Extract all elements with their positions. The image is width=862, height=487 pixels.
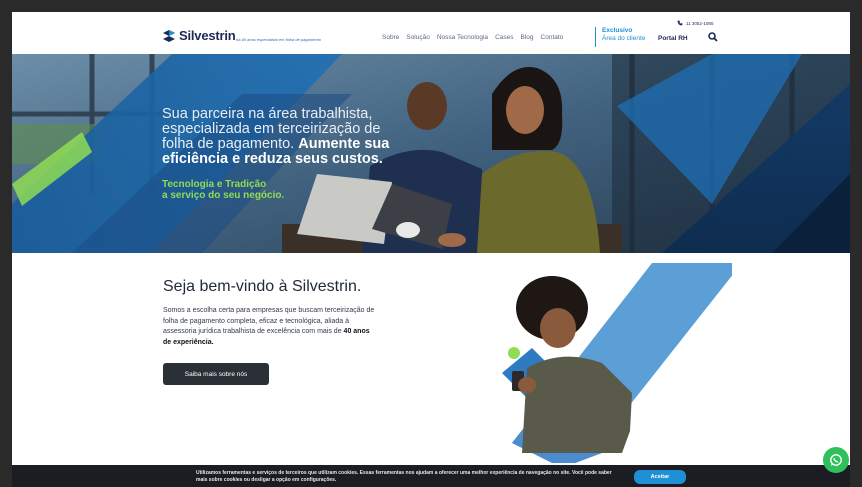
whatsapp-icon xyxy=(830,454,842,466)
whatsapp-button[interactable] xyxy=(823,447,849,473)
main-nav: Sobre Solução Nossa Tecnologia Cases Blo… xyxy=(382,34,563,41)
nav-divider xyxy=(595,27,596,47)
exclusive-label: Exclusivo xyxy=(602,27,633,34)
about-us-button[interactable]: Saiba mais sobre nós xyxy=(163,363,269,385)
hero-subheadline-line-2: a serviço do seu negócio. xyxy=(162,190,285,201)
hero-headline: Sua parceira na área trabalhista, especi… xyxy=(162,107,412,167)
phone-contact[interactable]: 11 3052-1085 xyxy=(677,20,713,26)
silvestrin-logo xyxy=(163,29,175,42)
phone-icon xyxy=(677,20,683,26)
welcome-title: Seja bem-vindo à Silvestrin. xyxy=(163,278,362,295)
brand-logo[interactable]: Silvestrin xyxy=(162,28,236,43)
brand-name: Silvestrin xyxy=(179,28,236,43)
nav-item-sobre[interactable]: Sobre xyxy=(382,34,399,41)
hero-subheadline: Tecnologia e Tradição a serviço do seu n… xyxy=(162,179,284,201)
accept-cookies-button[interactable]: Aceitar xyxy=(634,470,686,484)
phone-number: 11 3052-1085 xyxy=(686,20,714,26)
cookie-text: Utilizamos ferramentas e serviços de ter… xyxy=(196,470,612,483)
nav-item-tecnologia[interactable]: Nossa Tecnologia xyxy=(437,34,488,41)
portal-rh-link[interactable]: Portal RH xyxy=(658,35,688,42)
hero-subheadline-line-1: Tecnologia e Tradição xyxy=(162,179,267,190)
nav-item-cases[interactable]: Cases xyxy=(495,34,513,41)
search-icon[interactable] xyxy=(708,32,718,42)
client-area-link[interactable]: Área do cliente xyxy=(602,35,645,42)
welcome-body: Somos a escolha certa para empresas que … xyxy=(163,306,378,348)
welcome-illustration xyxy=(502,263,732,463)
nav-item-solucao[interactable]: Solução xyxy=(406,34,430,41)
site-header: Silvestrin há 40 anos especialista em fo… xyxy=(12,12,850,54)
page: Silvestrin há 40 anos especialista em fo… xyxy=(12,12,850,487)
hero-banner: Sua parceira na área trabalhista, especi… xyxy=(12,54,850,253)
hero-image xyxy=(12,54,850,253)
brand-tagline: há 40 anos especialista em folha de paga… xyxy=(236,37,321,42)
nav-item-contato[interactable]: Contato xyxy=(541,34,564,41)
cookie-banner: Utilizamos ferramentas e serviços de ter… xyxy=(12,465,850,487)
nav-item-blog[interactable]: Blog xyxy=(521,34,534,41)
